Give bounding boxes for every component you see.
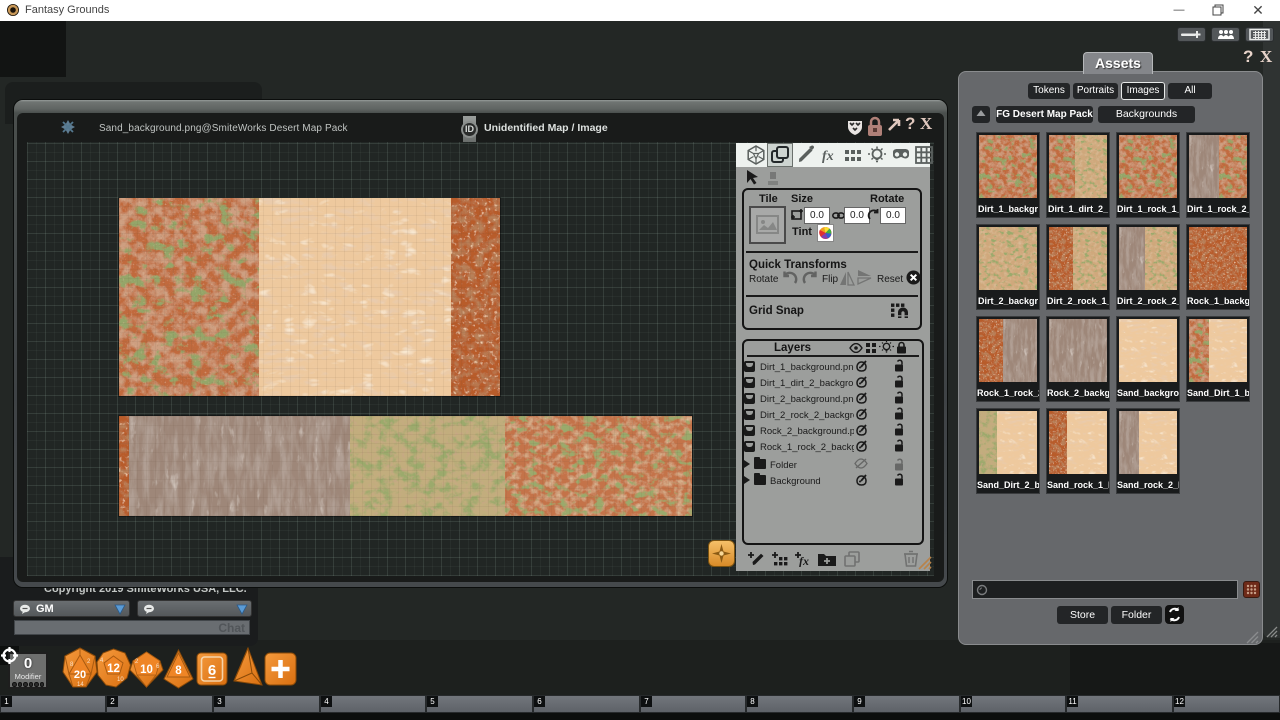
svg-text:10: 10 [117, 677, 124, 683]
svg-text:fx: fx [799, 554, 809, 567]
svg-text:8: 8 [175, 665, 182, 677]
svg-text:12: 12 [107, 663, 120, 675]
svg-text:10: 10 [140, 664, 153, 676]
svg-text:14: 14 [77, 682, 84, 688]
svg-text:fx: fx [822, 149, 834, 164]
svg-text:6: 6 [208, 662, 216, 679]
svg-text:20: 20 [74, 669, 86, 681]
